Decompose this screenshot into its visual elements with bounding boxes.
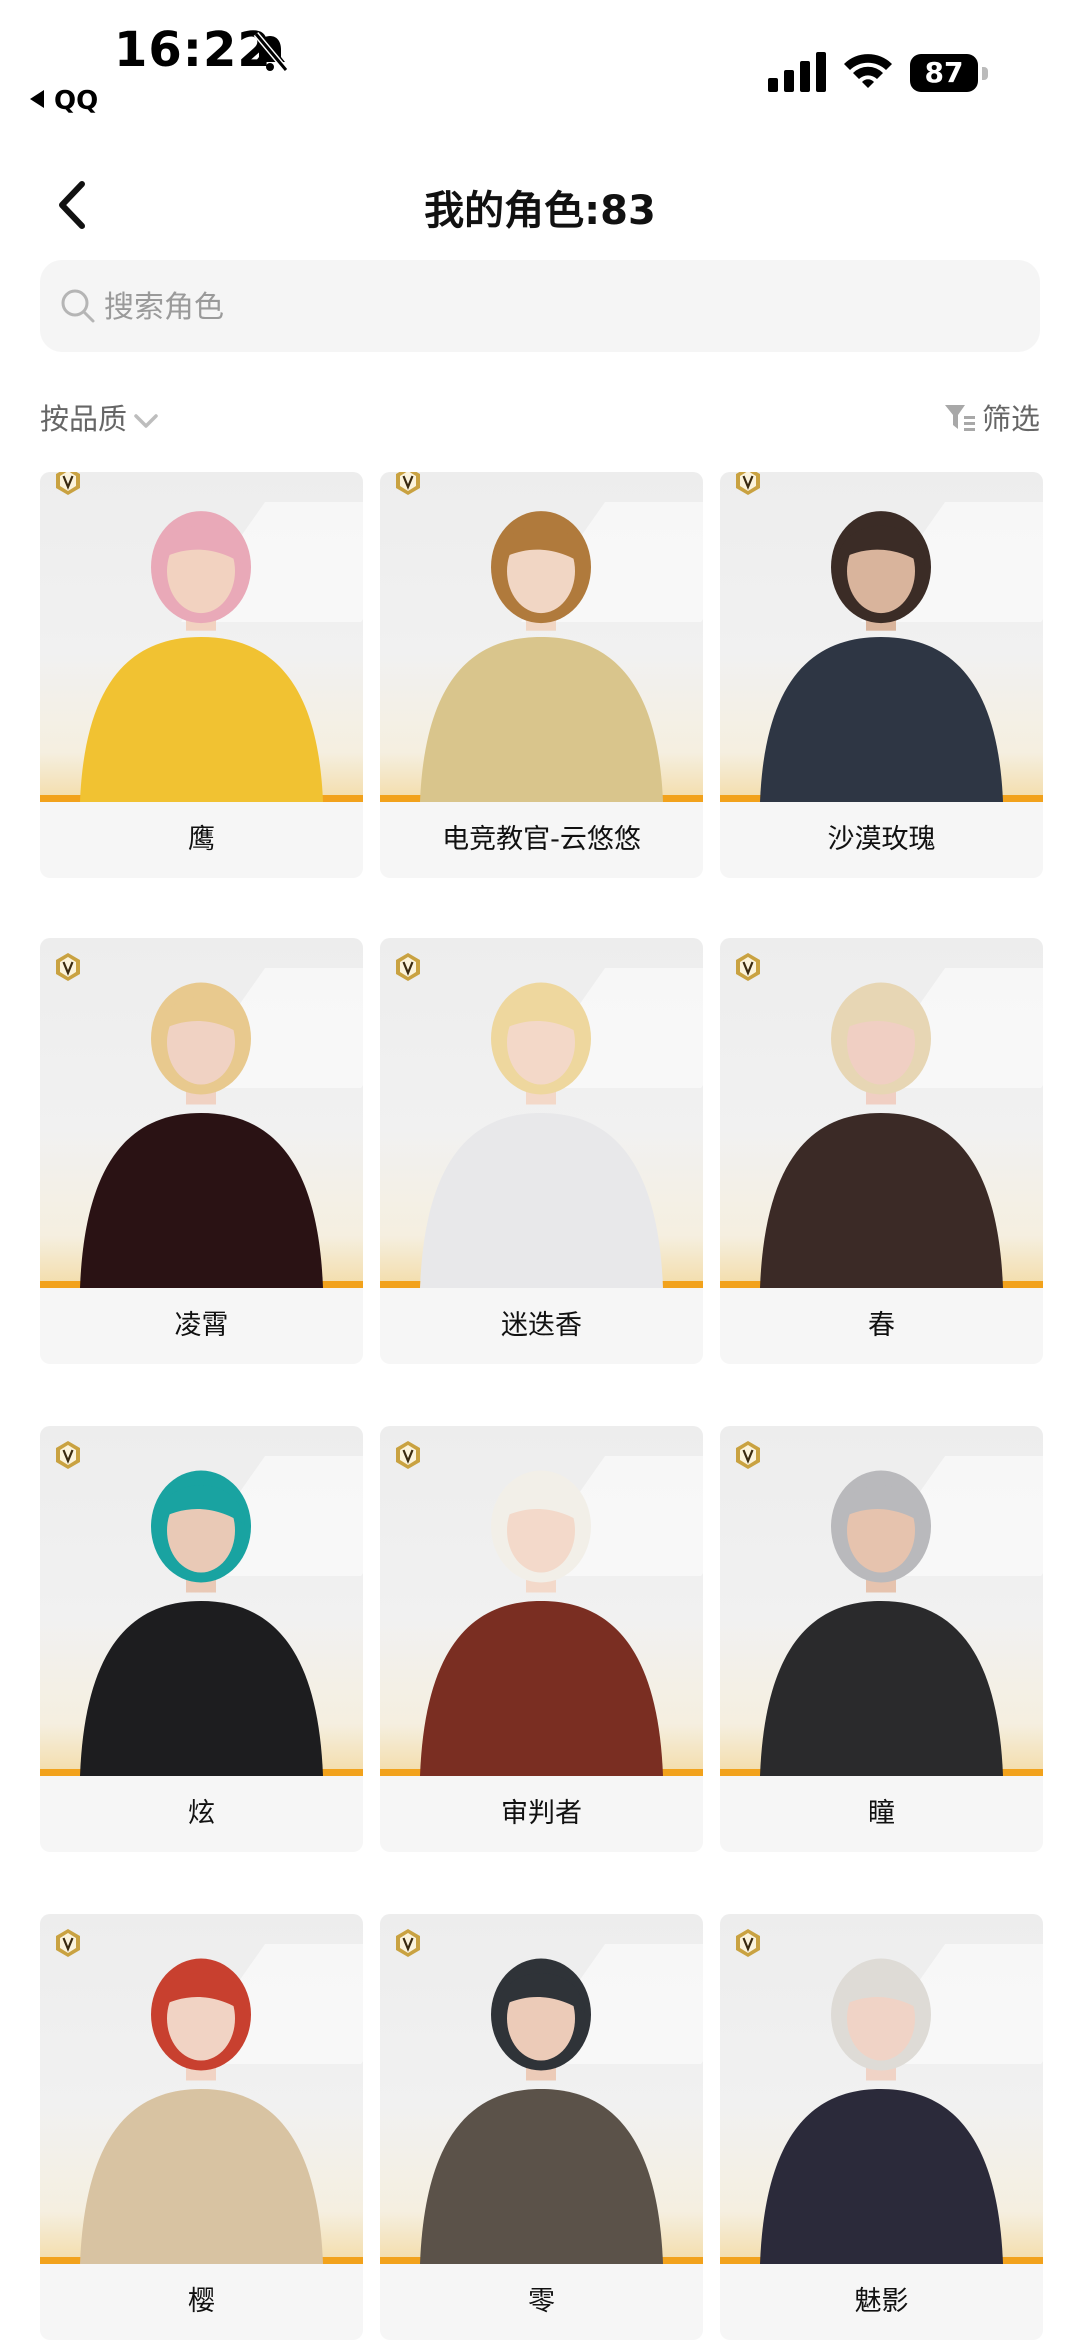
character-figure (80, 511, 323, 802)
character-name: 春 (868, 1310, 895, 1341)
character-card[interactable]: 迷迭香 (380, 938, 703, 1364)
character-portrait (40, 1914, 363, 2264)
character-figure (760, 1958, 1003, 2264)
back-to-app-link[interactable]: QQ (30, 86, 98, 116)
vip-badge-icon (736, 472, 760, 495)
character-card[interactable]: 凌霄 (40, 938, 363, 1364)
character-name: 电竞教官-云悠悠 (442, 824, 641, 855)
character-card[interactable]: 炫 (40, 1426, 363, 1852)
search-input[interactable] (102, 260, 1006, 354)
battery-indicator: 87 (910, 54, 990, 92)
character-name: 沙漠玫瑰 (827, 824, 936, 855)
character-card[interactable]: 电竞教官-云悠悠 (380, 472, 703, 878)
character-portrait (720, 472, 1043, 802)
character-name: 零 (528, 2286, 555, 2317)
character-card[interactable]: 瞳 (720, 1426, 1043, 1852)
character-portrait (40, 472, 363, 802)
bell-muted-icon (253, 32, 289, 72)
character-name: 鹰 (188, 824, 215, 855)
vip-badge-icon (396, 1929, 420, 1957)
character-figure (420, 1958, 663, 2264)
character-portrait (40, 938, 363, 1288)
character-portrait (380, 938, 703, 1288)
filter-label: 筛选 (981, 402, 1040, 436)
character-name: 樱 (188, 2286, 215, 2317)
character-card[interactable]: 鹰 (40, 472, 363, 878)
character-portrait (720, 1914, 1043, 2264)
character-portrait (380, 472, 703, 802)
search-bar[interactable] (40, 260, 1040, 354)
character-name: 迷迭香 (501, 1310, 582, 1341)
character-portrait (720, 938, 1043, 1288)
battery-cap (982, 67, 988, 80)
character-name: 魅影 (854, 2286, 909, 2317)
vip-badge-icon (736, 1441, 760, 1469)
character-figure (80, 982, 323, 1288)
character-portrait (380, 1426, 703, 1776)
vip-badge-icon (736, 953, 760, 981)
vip-badge-icon (396, 472, 420, 495)
vip-badge-icon (56, 1929, 80, 1957)
character-portrait (40, 1426, 363, 1776)
character-name: 凌霄 (174, 1310, 229, 1341)
filter-funnel-icon (944, 405, 975, 431)
character-figure (80, 1470, 323, 1776)
character-figure (420, 1470, 663, 1776)
character-figure (760, 1470, 1003, 1776)
character-figure (760, 511, 1003, 802)
back-app-label: QQ (54, 86, 99, 116)
chevron-down-icon (134, 414, 158, 428)
character-card[interactable]: 春 (720, 938, 1043, 1364)
character-figure (760, 982, 1003, 1288)
character-figure (420, 982, 663, 1288)
filter-button[interactable]: 筛选 (944, 396, 1040, 438)
sort-by-quality-dropdown[interactable]: 按品质 (40, 396, 159, 438)
character-card[interactable]: 樱 (40, 1914, 363, 2340)
page-title: 我的角色:83 (424, 188, 656, 234)
character-portrait (720, 1426, 1043, 1776)
sort-label: 按品质 (40, 402, 128, 436)
battery-level: 87 (910, 54, 978, 92)
character-portrait (380, 1914, 703, 2264)
back-triangle-icon (30, 90, 44, 108)
vip-badge-icon (396, 1441, 420, 1469)
character-name: 炫 (188, 1798, 215, 1829)
wifi-icon (844, 54, 892, 88)
vip-badge-icon (736, 1929, 760, 1957)
character-name: 审判者 (501, 1798, 582, 1829)
search-icon (61, 289, 95, 323)
vip-badge-icon (56, 1441, 80, 1469)
character-card[interactable]: 审判者 (380, 1426, 703, 1852)
character-figure (420, 511, 663, 802)
status-time: 16:22 (114, 22, 272, 78)
status-bar: 16:22 QQ 87 (0, 0, 1080, 130)
character-card[interactable]: 零 (380, 1914, 703, 2340)
character-name: 瞳 (868, 1798, 895, 1829)
character-figure (80, 1958, 323, 2264)
character-card[interactable]: 沙漠玫瑰 (720, 472, 1043, 878)
cellular-signal-icon (768, 52, 826, 92)
vip-badge-icon (396, 953, 420, 981)
character-card[interactable]: 魅影 (720, 1914, 1043, 2340)
vip-badge-icon (56, 472, 80, 495)
vip-badge-icon (56, 953, 80, 981)
